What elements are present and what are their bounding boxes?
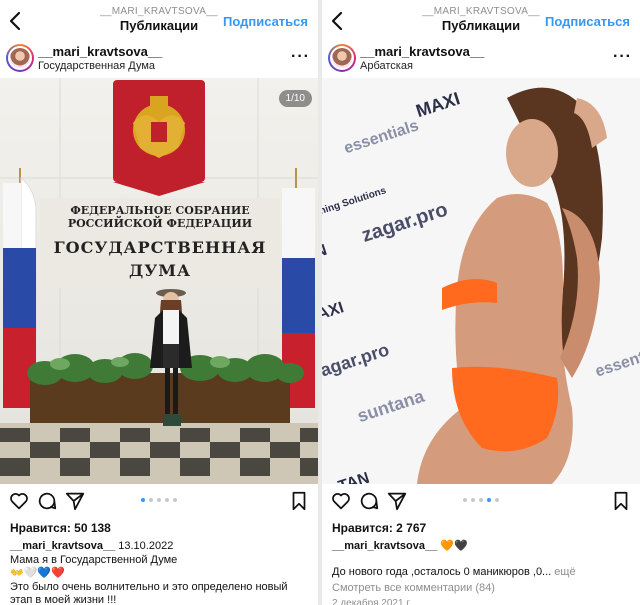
- top-bar: __MARI_KRAVTSOVA__ Публикации Подписатьс…: [322, 0, 640, 42]
- share-icon[interactable]: [64, 490, 86, 512]
- image-counter: 1/10: [278, 90, 312, 107]
- more-options-icon[interactable]: ···: [291, 48, 310, 66]
- post-header: __mari_kravtsova__ Арбатская ···: [322, 42, 640, 78]
- carousel-dot: [495, 498, 499, 502]
- share-icon[interactable]: [386, 490, 408, 512]
- view-comments-link[interactable]: Смотреть все комментарии (84): [332, 581, 632, 595]
- caption-header: __mari_kravtsova__ 13.10.2022: [10, 539, 310, 553]
- sign-line-3: ГОСУДАРСТВЕННАЯ: [54, 238, 267, 257]
- sign-line-1: ФЕДЕРАЛЬНОЕ СОБРАНИЕ: [70, 204, 249, 217]
- banner-photo: essentials MAXI Tanning Solutions zagar.…: [322, 78, 640, 484]
- comment-icon[interactable]: [358, 490, 380, 512]
- caption-line-2: Это было очень волнительно и это определ…: [10, 581, 288, 593]
- action-bar: [322, 490, 640, 516]
- carousel-dot: [463, 498, 467, 502]
- avatar[interactable]: [328, 44, 356, 72]
- heart-icon[interactable]: [330, 490, 352, 512]
- carousel-dots: [141, 498, 177, 502]
- carousel-dot: [173, 498, 177, 502]
- caption-date: 13.10.2022: [118, 540, 174, 552]
- post-username[interactable]: __mari_kravtsova__: [360, 44, 484, 59]
- carousel-dot: [157, 498, 161, 502]
- left-post-panel: __MARI_KRAVTSOVA__ Публикации Подписатьс…: [0, 0, 318, 605]
- avatar[interactable]: [6, 44, 34, 72]
- caption-username[interactable]: __mari_kravtsova__: [10, 540, 115, 552]
- carousel-dot: [471, 498, 475, 502]
- duma-photo: ФЕДЕРАЛЬНОЕ СОБРАНИЕ РОССИЙСКОЙ ФЕДЕРАЦИ…: [0, 78, 318, 484]
- comment-icon[interactable]: [36, 490, 58, 512]
- caption-line-3: этап в моей жизни !!!: [10, 594, 117, 605]
- sign-line-2: РОССИЙСКОЙ ФЕДЕРАЦИИ: [68, 215, 252, 230]
- post-header: __mari_kravtsova__ Государственная Дума …: [0, 42, 318, 78]
- heart-icon[interactable]: [8, 490, 30, 512]
- action-bar: [0, 490, 318, 516]
- right-post-panel: __MARI_KRAVTSOVA__ Публикации Подписатьс…: [322, 0, 640, 605]
- carousel-dot: [487, 498, 491, 502]
- sign-line-4: ДУМА: [129, 261, 191, 280]
- caption-line-1: Мама я в Государственной Думе: [10, 554, 178, 566]
- caption-username[interactable]: __mari_kravtsova__: [332, 540, 437, 552]
- post-photo[interactable]: ФЕДЕРАЛЬНОЕ СОБРАНИЕ РОССИЙСКОЙ ФЕДЕРАЦИ…: [0, 78, 318, 484]
- caption-emojis: 🧡🖤: [440, 540, 468, 552]
- post-location[interactable]: Арбатская: [360, 60, 413, 72]
- bookmark-icon[interactable]: [288, 490, 310, 512]
- bookmark-icon[interactable]: [610, 490, 632, 512]
- carousel-dot: [149, 498, 153, 502]
- carousel-dot: [479, 498, 483, 502]
- caption-text: До нового года ,осталось 0 маникюров ,0.…: [332, 566, 552, 578]
- caption-line: До нового года ,осталось 0 маникюров ,0.…: [332, 565, 632, 579]
- likes-count[interactable]: Нравится: 50 138: [10, 521, 111, 535]
- carousel-dot: [141, 498, 145, 502]
- likes-count[interactable]: Нравится: 2 767: [332, 521, 426, 535]
- follow-button[interactable]: Подписаться: [223, 14, 308, 29]
- carousel-dots: [463, 498, 499, 502]
- post-location[interactable]: Государственная Дума: [38, 60, 155, 72]
- follow-button[interactable]: Подписаться: [545, 14, 630, 29]
- caption-emojis: 👐🤍💙❤️: [10, 567, 65, 579]
- caption-header: __mari_kravtsova__ 🧡🖤: [332, 539, 632, 553]
- post-photo[interactable]: essentials MAXI Tanning Solutions zagar.…: [322, 78, 640, 484]
- more-options-icon[interactable]: ···: [613, 48, 632, 66]
- post-date: 2 декабря 2021 г.: [332, 598, 412, 605]
- carousel-dot: [165, 498, 169, 502]
- top-bar: __MARI_KRAVTSOVA__ Публикации Подписатьс…: [0, 0, 318, 42]
- more-link[interactable]: ещё: [554, 566, 575, 578]
- post-username[interactable]: __mari_kravtsova__: [38, 44, 162, 59]
